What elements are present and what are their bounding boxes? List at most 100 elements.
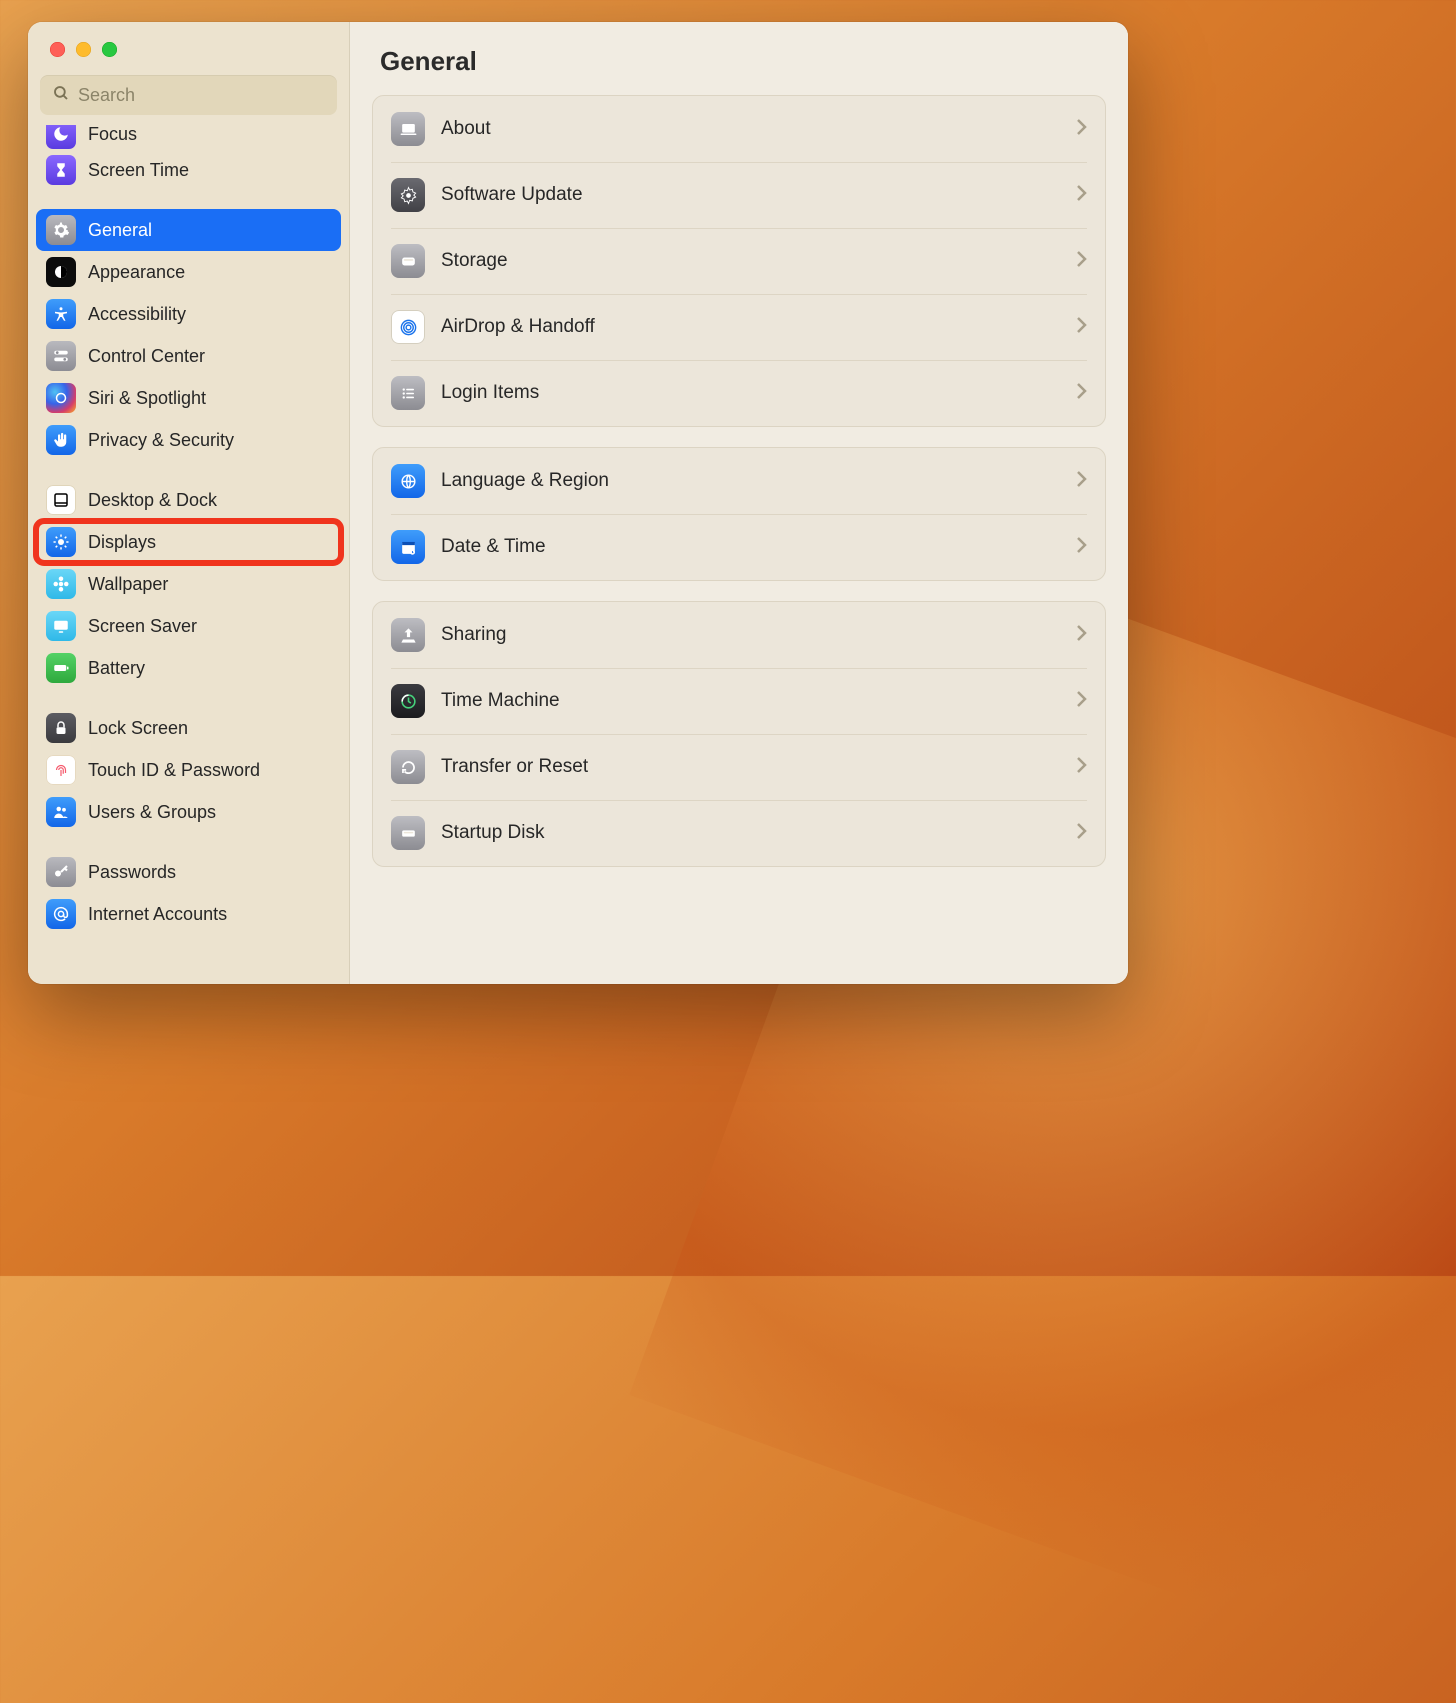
- chevron-right-icon: [1076, 624, 1087, 647]
- battery-icon: [46, 653, 76, 683]
- flower-icon: [46, 569, 76, 599]
- sun-icon: [46, 527, 76, 557]
- sidebar-item-label: Touch ID & Password: [88, 760, 331, 781]
- calendar-icon: [391, 530, 425, 564]
- row-label: Software Update: [441, 184, 1060, 206]
- lock-icon: [46, 713, 76, 743]
- chevron-right-icon: [1076, 382, 1087, 405]
- row-storage[interactable]: Storage: [373, 228, 1105, 294]
- row-airdrop-handoff[interactable]: AirDrop & Handoff: [373, 294, 1105, 360]
- sidebar-item-label: Screen Time: [88, 160, 331, 181]
- sidebar-item-label: Focus: [88, 125, 137, 145]
- row-sharing[interactable]: Sharing: [373, 602, 1105, 668]
- main-body[interactable]: About Software Update Storage: [350, 95, 1128, 984]
- sidebar-item-label: Siri & Spotlight: [88, 388, 331, 409]
- sidebar-item-control-center[interactable]: Control Center: [36, 335, 341, 377]
- sidebar-item-label: Passwords: [88, 862, 331, 883]
- sidebar-item-label: Control Center: [88, 346, 331, 367]
- sidebar-item-screen-time[interactable]: Screen Time: [36, 149, 341, 191]
- sidebar-item-passwords[interactable]: Passwords: [36, 851, 341, 893]
- sidebar-list[interactable]: Focus Screen Time General Appearance: [28, 125, 349, 984]
- sidebar-item-displays[interactable]: Displays: [36, 521, 341, 563]
- sidebar-item-label: Lock Screen: [88, 718, 331, 739]
- timemachine-icon: [391, 684, 425, 718]
- sidebar-item-label: Battery: [88, 658, 331, 679]
- sidebar-item-appearance[interactable]: Appearance: [36, 251, 341, 293]
- disk-icon: [391, 244, 425, 278]
- appearance-icon: [46, 257, 76, 287]
- sidebar-item-privacy-security[interactable]: Privacy & Security: [36, 419, 341, 461]
- siri-icon: [46, 383, 76, 413]
- chevron-right-icon: [1076, 118, 1087, 141]
- row-label: Time Machine: [441, 690, 1060, 712]
- zoom-button[interactable]: [102, 42, 117, 57]
- search-field-container[interactable]: [40, 75, 337, 115]
- switches-icon: [46, 341, 76, 371]
- sidebar-item-users-groups[interactable]: Users & Groups: [36, 791, 341, 833]
- sidebar-item-label: Screen Saver: [88, 616, 331, 637]
- sidebar-item-label: Users & Groups: [88, 802, 331, 823]
- row-software-update[interactable]: Software Update: [373, 162, 1105, 228]
- laptop-icon: [391, 112, 425, 146]
- reset-icon: [391, 750, 425, 784]
- window-controls: [28, 22, 349, 75]
- row-label: Login Items: [441, 382, 1060, 404]
- sidebar-item-accessibility[interactable]: Accessibility: [36, 293, 341, 335]
- row-login-items[interactable]: Login Items: [373, 360, 1105, 426]
- disk-icon: [391, 816, 425, 850]
- sidebar-item-label: Accessibility: [88, 304, 331, 325]
- chevron-right-icon: [1076, 250, 1087, 273]
- sidebar-item-desktop-dock[interactable]: Desktop & Dock: [36, 479, 341, 521]
- sidebar-item-screen-saver[interactable]: Screen Saver: [36, 605, 341, 647]
- sidebar-item-label: General: [88, 220, 331, 241]
- fingerprint-icon: [46, 755, 76, 785]
- sidebar-item-touch-id[interactable]: Touch ID & Password: [36, 749, 341, 791]
- row-transfer-reset[interactable]: Transfer or Reset: [373, 734, 1105, 800]
- users-icon: [46, 797, 76, 827]
- airdrop-icon: [391, 310, 425, 344]
- panel-group-1: About Software Update Storage: [372, 95, 1106, 427]
- row-date-time[interactable]: Date & Time: [373, 514, 1105, 580]
- row-language-region[interactable]: Language & Region: [373, 448, 1105, 514]
- chevron-right-icon: [1076, 822, 1087, 845]
- search-input[interactable]: [78, 85, 325, 106]
- hourglass-icon: [46, 155, 76, 185]
- sidebar-item-label: Wallpaper: [88, 574, 331, 595]
- chevron-right-icon: [1076, 316, 1087, 339]
- chevron-right-icon: [1076, 184, 1087, 207]
- sidebar-item-label: Displays: [88, 532, 331, 553]
- sidebar-item-general[interactable]: General: [36, 209, 341, 251]
- close-button[interactable]: [50, 42, 65, 57]
- panel-group-3: Sharing Time Machine Transfer or Reset: [372, 601, 1106, 867]
- row-label: Date & Time: [441, 536, 1060, 558]
- sidebar-item-wallpaper[interactable]: Wallpaper: [36, 563, 341, 605]
- sidebar-item-internet-accounts[interactable]: Internet Accounts: [36, 893, 341, 935]
- moon-icon: [46, 125, 76, 149]
- row-label: Transfer or Reset: [441, 756, 1060, 778]
- page-title: General: [350, 22, 1128, 95]
- row-time-machine[interactable]: Time Machine: [373, 668, 1105, 734]
- row-label: Startup Disk: [441, 822, 1060, 844]
- row-label: Language & Region: [441, 470, 1060, 492]
- row-label: Storage: [441, 250, 1060, 272]
- sidebar-item-label: Appearance: [88, 262, 331, 283]
- sidebar-item-label: Desktop & Dock: [88, 490, 331, 511]
- screensaver-icon: [46, 611, 76, 641]
- row-label: AirDrop & Handoff: [441, 316, 1060, 338]
- chevron-right-icon: [1076, 470, 1087, 493]
- sidebar-item-battery[interactable]: Battery: [36, 647, 341, 689]
- row-label: Sharing: [441, 624, 1060, 646]
- row-about[interactable]: About: [373, 96, 1105, 162]
- sidebar-item-lock-screen[interactable]: Lock Screen: [36, 707, 341, 749]
- panel-group-2: Language & Region Date & Time: [372, 447, 1106, 581]
- chevron-right-icon: [1076, 756, 1087, 779]
- accessibility-icon: [46, 299, 76, 329]
- sidebar-item-focus[interactable]: Focus: [36, 125, 341, 149]
- key-icon: [46, 857, 76, 887]
- chevron-right-icon: [1076, 536, 1087, 559]
- gear-icon: [391, 178, 425, 212]
- row-startup-disk[interactable]: Startup Disk: [373, 800, 1105, 866]
- sidebar: Focus Screen Time General Appearance: [28, 22, 350, 984]
- sidebar-item-siri-spotlight[interactable]: Siri & Spotlight: [36, 377, 341, 419]
- minimize-button[interactable]: [76, 42, 91, 57]
